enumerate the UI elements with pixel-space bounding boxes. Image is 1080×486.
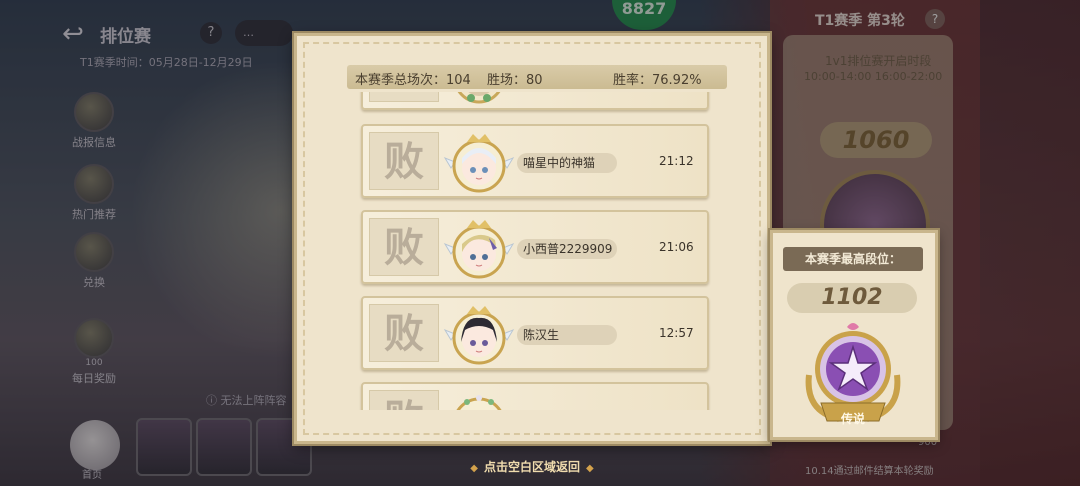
player-portrait-icon <box>457 92 501 104</box>
player-name: 小西普2229909 <box>517 239 617 259</box>
diamond-icon: ◆ <box>586 463 594 474</box>
best-rank-score: 1102 <box>787 283 917 313</box>
result-loss: 败 <box>369 132 439 190</box>
player-portrait-icon <box>443 134 515 193</box>
season-stats-bar: 本赛季总场次：104 胜场：80 胜率：76.92% <box>347 65 727 89</box>
win-rate: 胜率：76.92% <box>613 73 702 88</box>
player-portrait-icon <box>443 306 515 365</box>
total-matches: 本赛季总场次：104 <box>355 73 471 88</box>
tap-to-return-hint[interactable]: ◆ 点击空白区域返回 ◆ <box>294 458 770 475</box>
player-portrait-icon <box>456 395 502 410</box>
match-card[interactable]: 败 小西普2229909 21:06 <box>361 210 709 284</box>
result-loss: 败 <box>369 390 439 410</box>
player-portrait-icon <box>443 220 515 279</box>
match-card[interactable]: 败 <box>361 92 709 110</box>
diamond-icon: ◆ <box>470 463 478 474</box>
result-loss: 败 <box>369 92 439 102</box>
return-hint-text: 点击空白区域返回 <box>483 460 580 474</box>
season-best-rank-card: 本赛季最高段位： 1102 传说 <box>770 230 938 440</box>
result-loss: 败 <box>369 304 439 362</box>
best-rank-title: 本赛季最高段位： <box>783 247 923 271</box>
season-record-modal: 本赛季总场次：104 胜场：80 胜率：76.92% 败 败 <box>294 33 770 444</box>
player-name: 陈汉生 <box>517 325 617 345</box>
rank-name: 传说 <box>840 412 865 426</box>
player-name: 喵星中的神猫 <box>517 153 617 173</box>
match-time: 21:12 <box>659 154 694 168</box>
result-loss: 败 <box>369 218 439 276</box>
match-time: 12:57 <box>659 326 694 340</box>
match-card[interactable]: 败 喵星中的神猫 21:12 <box>361 124 709 198</box>
win-count: 胜场：80 <box>487 73 543 88</box>
match-list[interactable]: 败 败 喵星中的神猫 21:12 败 <box>357 92 713 410</box>
match-time: 21:06 <box>659 240 694 254</box>
match-card[interactable]: 败 <box>361 382 709 410</box>
match-card[interactable]: 败 陈汉生 12:57 <box>361 296 709 370</box>
